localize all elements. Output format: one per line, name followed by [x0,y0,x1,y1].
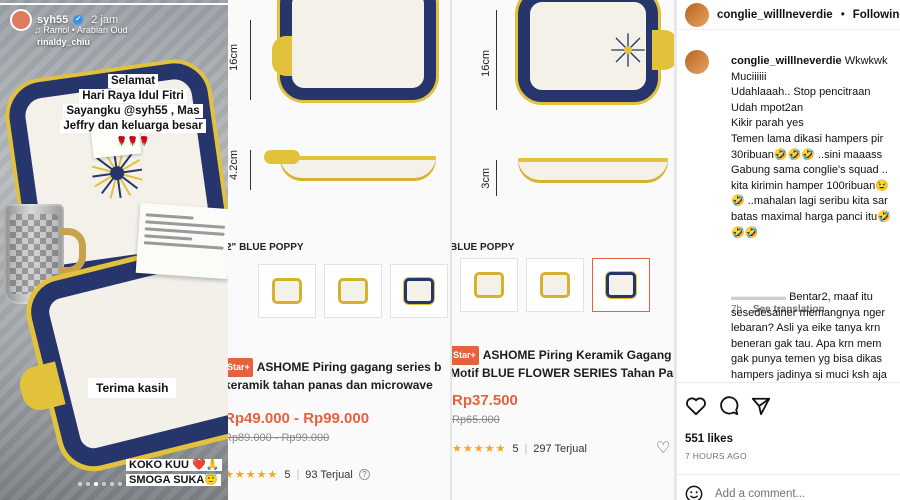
product-old-price: Rp65.000 [452,414,500,426]
variant-thumb-selected[interactable] [592,258,650,312]
story-thanks-text: Terima kasih [88,378,177,398]
story-panel[interactable]: syh55 ✓ 2 jam ♫ Ramol • Arabian Oud rina… [0,0,228,500]
comment-text: conglie_willlneverdie Wkwkwk Muciiiiii U… [731,55,891,239]
story-tag[interactable]: rinaldy_chiu [37,37,90,47]
variant-thumb[interactable] [390,264,448,318]
product-title[interactable]: Star+ ASHOME Piring Keramik Gagang Motif … [452,346,674,382]
rose-emojis: 🌹🌹🌹 [116,136,150,146]
star-plus-badge: Star+ [228,358,253,377]
post-header[interactable]: conglie_willlneverdie • Following [677,0,900,30]
series-label: BLUE POPPY [452,242,515,253]
instagram-comments-panel[interactable]: conglie_willlneverdie • Following congli… [676,0,900,500]
comment-username[interactable]: conglie_willlneverdie [731,55,842,67]
verified-icon: ✓ [73,15,84,25]
add-comment-input[interactable]: Add a comment... [715,488,805,500]
divider [677,382,900,383]
avatar[interactable] [685,50,709,74]
product-image-top [280,0,436,100]
dimension-height: 4.2cm [228,150,240,180]
product-rating-row: ★★★★★ 5 | 93 Terjual ? [228,468,370,481]
dimension-length: 16cm [480,50,492,77]
variant-thumb[interactable] [258,264,316,318]
sold-count: 297 Terjual [533,442,587,455]
variant-thumb[interactable] [526,258,584,312]
story-music[interactable]: ♫ Ramol • Arabian Oud [34,25,127,35]
post-time: 7 HOURS AGO [685,451,747,461]
product-image-side [280,156,436,178]
variant-thumbnails[interactable] [460,258,650,312]
rating-value: 5 [512,442,519,455]
divider [677,474,900,475]
product-panel-2[interactable]: 16cm 3cm BLUE POPPY Star+ ASHOME Piring K… [452,0,674,500]
post-actions [685,396,771,416]
dimension-length: 16cm [228,44,240,71]
avatar[interactable] [10,9,32,31]
like-heart-icon[interactable] [685,396,707,416]
product-title[interactable]: Star+ ASHOME Piring gagang series b keram… [228,358,441,394]
info-icon[interactable]: ? [358,469,370,480]
product-image-side [518,158,668,180]
story-greeting-text: Selamat Hari Raya Idul Fitri Sayangku @s… [58,74,208,149]
share-icon[interactable] [751,396,771,416]
product-old-price: Rp89.000 - Rp99.000 [228,432,330,444]
sold-count: 93 Terjual [305,468,353,481]
mug-handle [60,228,86,274]
greeting-card [135,202,228,280]
product-rating-row: ★★★★★ 5 | 297 Terjual [452,442,587,456]
add-comment-row[interactable]: Add a comment... [685,485,805,500]
likes-count[interactable]: 551 likes [685,433,733,445]
product-panel-1[interactable]: 16cm 4.2cm 2" BLUE POPPY Star+ ASHOME Pir… [228,0,450,500]
story-progress-bar [0,3,228,5]
variant-thumb[interactable] [460,258,518,312]
favorite-heart-icon[interactable]: ♡ [656,438,670,458]
dimension-height: 3cm [480,168,492,189]
comment-icon[interactable] [719,396,739,416]
rating-value: 5 [284,468,291,481]
story-page-dots [78,482,122,486]
variant-thumb[interactable] [324,264,382,318]
following-button[interactable]: Following [853,9,900,21]
reply-comment: ▬▬▬▬▬ Bentar2, maaf itu sesedesainer mem… [731,291,887,381]
product-price: Rp37.500 [452,392,518,409]
star-rating-icon: ★★★★★ [452,443,507,455]
product-price: Rp49.000 - Rp99.000 [228,410,370,427]
star-rating-icon: ★★★★★ [228,469,279,481]
avatar[interactable] [685,2,709,27]
story-closing-text: KOKO KUU ❤️🙏 SMOGA SUKA😇 [126,458,223,488]
account-username[interactable]: conglie_willlneverdie [717,9,833,21]
star-plus-badge: Star+ [452,346,479,365]
series-label: 2" BLUE POPPY [228,242,304,253]
variant-thumbnails[interactable] [258,264,450,318]
flower-pattern-icon [611,33,645,67]
product-image-top [518,0,658,102]
emoji-icon[interactable] [685,485,703,500]
